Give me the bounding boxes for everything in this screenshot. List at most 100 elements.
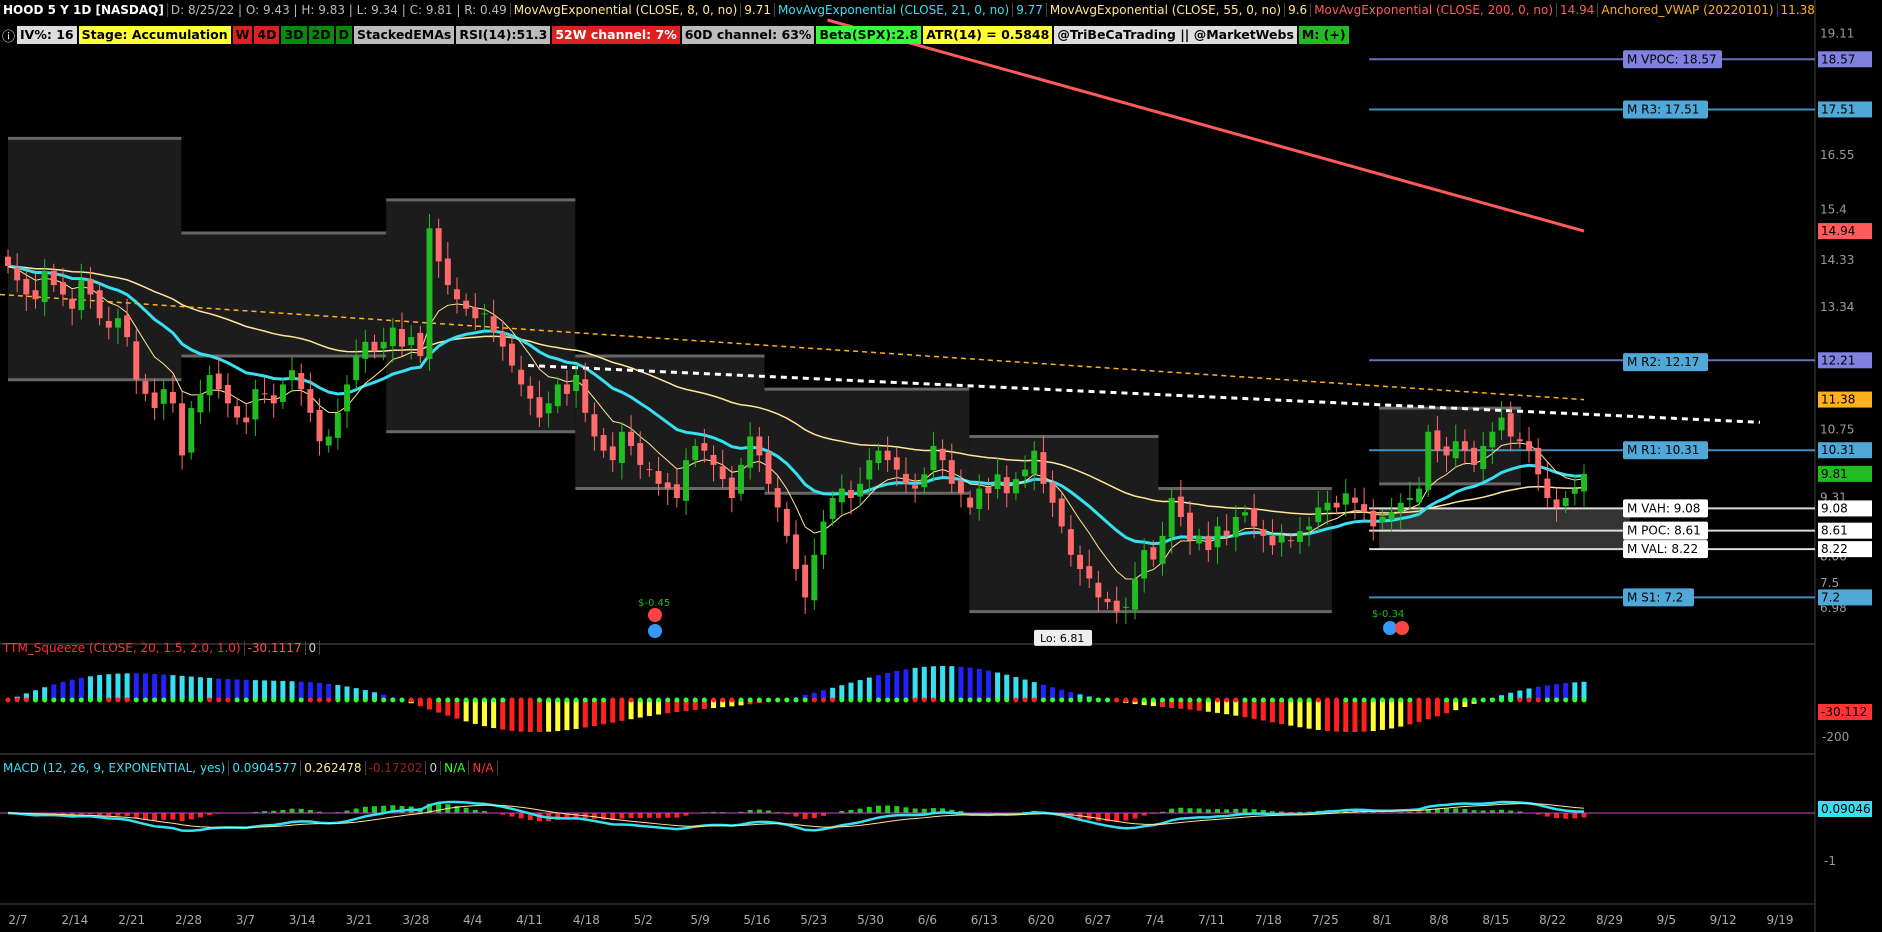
candle[interactable] [802,555,809,614]
study-chip-8: RSI(14):51.3 [456,26,551,44]
date-tick-26: 8/15 [1482,913,1509,927]
study-label-2[interactable]: MovAvgExponential (CLOSE, 55, 0, no) [1045,2,1284,17]
candle[interactable] [151,378,158,420]
date-tick-14: 5/23 [800,913,827,927]
symbol-title[interactable]: HOOD 5 Y 1D [NASDAQ] [0,3,167,17]
stock-chart[interactable]: M VPOC: 18.57 M R3: 17.51 M R2: 12.17 M R1:… [0,0,1882,932]
macd-header: MACD (12, 26, 9, EXPONENTIAL, yes) 0.090… [0,759,498,777]
chart-header: HOOD 5 Y 1D [NASDAQ] D: 8/25/22 | O: 9.4… [0,0,1815,19]
candle[interactable] [179,391,186,470]
info-icon[interactable]: ⓘ [2,26,15,45]
candle[interactable] [279,377,286,410]
candle[interactable] [1526,427,1533,463]
squeeze-header: TTM_Squeeze (CLOSE, 20, 1.5, 2.0, 1.0) -… [0,639,321,657]
date-tick-12: 5/9 [690,913,709,927]
date-tick-16: 6/6 [918,913,937,927]
candle[interactable] [829,490,836,526]
candle[interactable] [1333,495,1340,515]
candle[interactable] [1581,464,1587,508]
candle[interactable] [160,379,167,421]
study-label-0[interactable]: MovAvgExponential (CLOSE, 8, 0, no) [509,2,741,17]
study-chip-2: W [232,26,253,44]
date-tick-10: 4/18 [573,913,600,927]
candle[interactable] [206,365,213,412]
macd-value-2: 0.262478 [301,761,366,775]
indicator-panes-layer [0,666,1815,832]
price-tick-0: 19.11 [1820,27,1854,41]
date-tick-18: 6/20 [1028,913,1055,927]
low-label: Lo: 6.81 [1040,632,1084,645]
event-marker-icon-3[interactable] [1395,621,1409,635]
candle[interactable] [234,399,241,425]
candle[interactable] [820,509,827,570]
study-chip-14: M: (+) [1298,26,1349,44]
price-tag-0: 18.57 [1821,52,1855,66]
macd-value-1: 0.0904577 [229,761,302,775]
candle[interactable] [334,398,341,450]
candle[interactable] [252,379,259,437]
date-tick-2: 2/21 [118,913,145,927]
profile-zone-3 [575,356,765,489]
level-label-0: M VPOC: 18.57 [1627,52,1717,66]
study-value-4: 11.38 [1776,2,1815,17]
price-tag-6: 9.81 [1821,467,1848,481]
price-tick-5: 10.75 [1820,422,1854,436]
macd-title[interactable]: MACD (12, 26, 9, EXPONENTIAL, yes) [0,761,230,775]
candle[interactable] [224,373,231,418]
squeeze-title[interactable]: TTM_Squeeze (CLOSE, 20, 1.5, 2.0, 1.0) [0,641,245,655]
price-tick-4: 13.34 [1820,300,1854,314]
candle[interactable] [1425,424,1432,498]
candle[interactable] [811,538,818,610]
candle[interactable] [426,214,433,371]
candle[interactable] [289,356,296,392]
date-tick-8: 4/4 [463,913,482,927]
study-label-4[interactable]: Anchored_VWAP (20220101) [1597,2,1776,17]
study-chip-9: 52W channel: 7% [552,26,680,44]
event-marker-icon-2[interactable] [1383,621,1397,635]
price-tick-8: 7.5 [1820,576,1839,590]
candle[interactable] [344,374,351,428]
price-tag-8: 8.61 [1821,524,1848,538]
date-tick-3: 2/28 [175,913,202,927]
date-tick-15: 5/30 [857,913,884,927]
candle[interactable] [298,363,305,406]
candle[interactable] [1406,481,1413,510]
candle[interactable] [1571,474,1578,506]
squeeze-tick-neg200: -200 [1822,730,1849,744]
date-tick-0: 2/7 [8,913,27,927]
study-label-1[interactable]: MovAvgExponential (CLOSE, 21, 0, no) [774,2,1012,17]
candle[interactable] [1535,438,1542,491]
macd-axis-tag: 0.09046 [1821,802,1871,816]
earnings-label-1: $-0.45 [638,598,670,609]
squeeze-value: -30.1117 [245,641,306,655]
study-labels-row: ⓘ IV%: 16 Stage: Accumulation W 4D 3D 2D D Stack… [0,25,1351,45]
date-tick-24: 8/1 [1372,913,1391,927]
candle[interactable] [1361,487,1368,522]
candle[interactable] [1351,488,1358,520]
event-marker-icon-1[interactable] [648,624,662,638]
price-tick-2: 15.4 [1820,202,1847,216]
profile-zone-1 [181,232,387,357]
date-axis-layer: 2/7 2/14 2/21 2/28 3/7 3/14 3/21 3/28 4/4 4/11 4/1… [8,913,1793,927]
candle[interactable] [793,520,799,581]
macd-tick-neg1: -1 [1824,854,1836,868]
candle[interactable] [188,400,195,460]
event-marker-icon-0[interactable] [648,608,662,622]
date-tick-7: 3/28 [402,913,429,927]
candle[interactable] [1370,498,1377,541]
ema-200-line [827,18,1585,233]
candle[interactable] [243,403,250,435]
candle[interactable] [215,356,222,399]
candle[interactable] [783,501,790,543]
price-tag-2: 14.94 [1821,224,1855,238]
candle[interactable] [325,429,332,453]
candle[interactable] [1342,479,1349,517]
date-tick-27: 8/22 [1539,913,1566,927]
candle[interactable] [197,379,204,425]
date-tick-21: 7/11 [1198,913,1225,927]
price-tag-10: 7.2 [1821,590,1840,604]
candle[interactable] [270,383,277,418]
level-label-1: M R3: 17.51 [1627,102,1699,116]
study-label-3[interactable]: MovAvgExponential (CLOSE, 200, 0, no) [1310,2,1556,17]
study-value-2: 9.6 [1284,2,1310,17]
